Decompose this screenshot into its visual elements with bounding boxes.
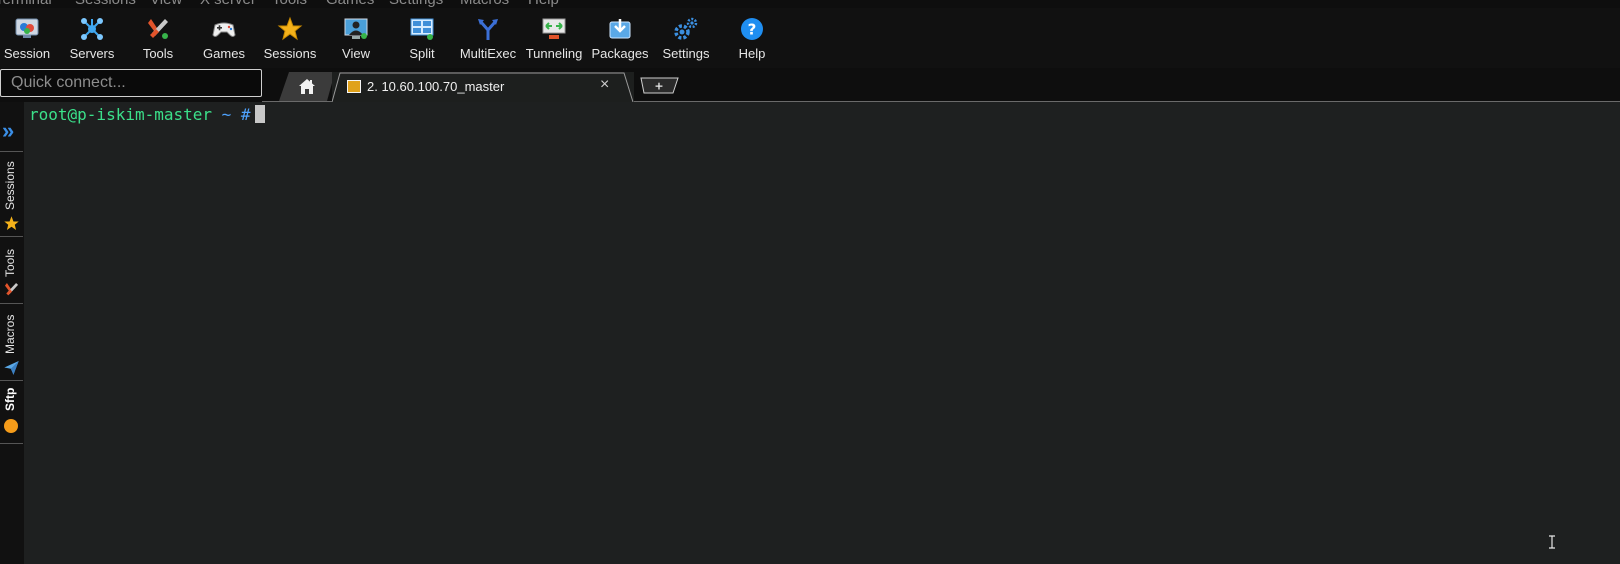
side-tab-sessions[interactable]: Sessions (0, 152, 23, 237)
fork-arrows-icon (478, 19, 498, 40)
quick-connect (0, 69, 262, 97)
question-icon: ? (741, 18, 763, 40)
terminal-cursor (254, 105, 265, 123)
session-icon (15, 18, 39, 38)
menu-help[interactable]: Help (528, 0, 559, 8)
tab-title: 2. 10.60.100.70_master (367, 79, 505, 94)
side-tab-macros-label: Macros (3, 314, 17, 354)
tools-icon (4, 282, 19, 296)
menu-macros[interactable]: Macros (460, 0, 509, 8)
quick-connect-input[interactable] (1, 70, 261, 96)
side-tab-macros[interactable]: Macros (0, 304, 23, 381)
help-button[interactable]: ? Help (719, 8, 785, 68)
side-tab-sessions-label: Sessions (3, 161, 17, 210)
prompt-user-host: root@p-iskim-master (29, 105, 213, 124)
tab-home[interactable] (279, 72, 335, 101)
side-tab-tools[interactable]: Tools (0, 237, 23, 304)
star-icon (4, 216, 19, 231)
menu-view[interactable]: View (150, 0, 182, 8)
servers-icon (81, 18, 103, 40)
new-tab-button[interactable]: + (640, 77, 679, 94)
menu-settings[interactable]: Settings (389, 0, 443, 8)
side-tab-tools-label: Tools (3, 248, 17, 277)
new-tab-plus: + (654, 80, 663, 93)
help-label: Help (738, 46, 766, 61)
side-divider (0, 443, 23, 444)
menu-sessions[interactable]: Sessions (75, 0, 136, 8)
package-download-icon (609, 19, 631, 39)
menu-games[interactable]: Games (326, 0, 374, 8)
monitor-user-icon (344, 18, 368, 39)
tools-icon (148, 19, 168, 39)
main-toolbar: Session Servers Tools Games Sessions Vie… (0, 8, 1620, 68)
split-window-icon (410, 18, 434, 40)
paper-plane-icon (4, 360, 19, 375)
tunnel-icon (542, 18, 566, 39)
prompt-path: ~ # (212, 105, 251, 124)
side-tab-sftp[interactable]: Sftp (0, 381, 23, 443)
ssh-key-icon (347, 80, 361, 93)
orange-dot-icon (4, 419, 18, 433)
gears-icon (674, 17, 698, 40)
side-panel: » Sessions Tools Macros Sftp (0, 102, 24, 564)
menu-tools[interactable]: Tools (272, 0, 307, 8)
tab-session-active[interactable]: 2. 10.60.100.70_master × (332, 72, 634, 102)
menu-terminal[interactable]: Terminal (0, 0, 52, 8)
close-tab-icon[interactable]: × (600, 76, 609, 94)
shell-prompt: root@p-iskim-master ~ # (29, 105, 265, 124)
menu-x-server[interactable]: X server (200, 0, 256, 8)
text-cursor-icon (1549, 535, 1555, 549)
home-icon (298, 78, 316, 95)
star-icon (277, 16, 303, 41)
terminal-area[interactable]: root@p-iskim-master ~ # (24, 102, 1620, 564)
side-tab-sftp-label: Sftp (3, 387, 17, 411)
expand-sidebar-icon[interactable]: » (2, 120, 14, 142)
svg-text:?: ? (748, 21, 757, 39)
gamepad-icon (212, 22, 236, 37)
